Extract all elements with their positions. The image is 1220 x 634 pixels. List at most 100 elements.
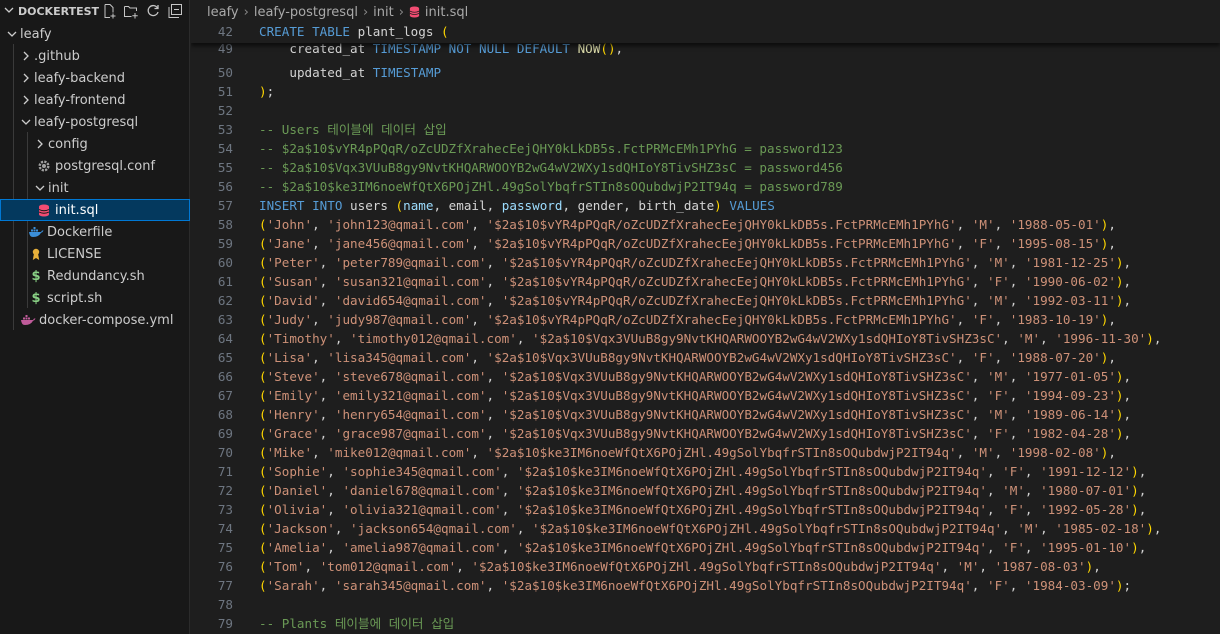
- explorer-sidebar: DOCKERTEST leafy .github leafy-backend l…: [0, 0, 190, 634]
- tree-item-label: init: [48, 180, 69, 196]
- tree-item-init-sql[interactable]: init.sql: [0, 199, 190, 221]
- tree-item-docker-compose[interactable]: docker-compose.yml: [0, 309, 190, 331]
- tree-item-leafy-frontend[interactable]: leafy-frontend: [0, 89, 190, 111]
- line-number: 71: [217, 464, 233, 479]
- code-line[interactable]: 63 ('Judy', 'judy987@qmail.com', '$2a$10$…: [191, 310, 1220, 329]
- breadcrumb-item[interactable]: init: [373, 5, 394, 20]
- tree-item-label: .github: [34, 48, 80, 64]
- chevron-right-icon: [18, 70, 34, 86]
- code-line[interactable]: 51);: [191, 82, 1220, 101]
- code-line[interactable]: 50 updated_at TIMESTAMP: [191, 63, 1220, 82]
- docker-icon: [20, 312, 36, 328]
- code-line-text: ('Peter', 'peter789@qmail.com', '$2a$10$…: [259, 255, 1132, 270]
- docker-icon: [28, 224, 44, 240]
- code-line-text: );: [259, 84, 275, 99]
- line-number: 50: [217, 65, 233, 80]
- tree-item-label: leafy-backend: [34, 70, 125, 86]
- code-line-text: ('John', 'john123@qmail.com', '$2a$10$vY…: [259, 217, 1116, 232]
- tree-item-redundancy-sh[interactable]: $ Redundancy.sh: [0, 265, 190, 287]
- code-line-text: ('Daniel', 'daniel678@qmail.com', '$2a$1…: [259, 483, 1147, 498]
- code-line-text: ('Emily', 'emily321@qmail.com', '$2a$10$…: [259, 388, 1132, 403]
- chevron-down-icon: [4, 7, 14, 13]
- line-number: 57: [217, 198, 233, 213]
- line-number: 64: [217, 331, 233, 346]
- code-line[interactable]: 55 -- $2a$10$Vqx3VUuB8gy9NvtKHQARWOOYB2wG…: [191, 158, 1220, 177]
- code-line[interactable]: 61 ('Susan', 'susan321@qmail.com', '$2a$1…: [191, 272, 1220, 291]
- code-line[interactable]: 60 ('Peter', 'peter789@qmail.com', '$2a$1…: [191, 253, 1220, 272]
- breadcrumb-item[interactable]: leafy-postgresql: [254, 5, 358, 20]
- line-number: 53: [217, 122, 233, 137]
- new-folder-icon[interactable]: [123, 3, 139, 19]
- tree-item-label: Redundancy.sh: [47, 268, 145, 284]
- line-number: 42: [217, 24, 233, 39]
- code-line[interactable]: 54 -- $2a$10$vYR4pPQqR/oZcUDZfXrahecEejQH…: [191, 139, 1220, 158]
- line-number: 60: [217, 255, 233, 270]
- code-line[interactable]: 78: [191, 595, 1220, 614]
- tree-item-dockerfile[interactable]: Dockerfile: [0, 221, 190, 243]
- database-icon: [409, 6, 420, 18]
- tree-item-init[interactable]: init: [0, 177, 190, 199]
- refresh-icon[interactable]: [145, 3, 161, 19]
- line-number: 61: [217, 274, 233, 289]
- code-line[interactable]: 70 ('Mike', 'mike012@qmail.com', '$2a$10$…: [191, 443, 1220, 462]
- code-line-text: ('Sophie', 'sophie345@qmail.com', '$2a$1…: [259, 464, 1147, 479]
- line-number: 63: [217, 312, 233, 327]
- tree-item-leafy-backend[interactable]: leafy-backend: [0, 67, 190, 89]
- code-line[interactable]: 76 ('Tom', 'tom012@qmail.com', '$2a$10$ke…: [191, 557, 1220, 576]
- code-line-text: -- $2a$10$ke3IM6noeWfQtX6POjZHl.49gSolYb…: [259, 179, 843, 194]
- code-line[interactable]: 62 ('David', 'david654@qmail.com', '$2a$1…: [191, 291, 1220, 310]
- code-line-text: ('Amelia', 'amelia987@qmail.com', '$2a$1…: [259, 540, 1147, 555]
- code-line[interactable]: 58 ('John', 'john123@qmail.com', '$2a$10$…: [191, 215, 1220, 234]
- tree-item-leafy[interactable]: leafy: [0, 23, 190, 45]
- line-number: 62: [217, 293, 233, 308]
- explorer-header[interactable]: DOCKERTEST: [0, 0, 189, 22]
- tree-item-label: leafy-frontend: [34, 92, 126, 108]
- line-number: 77: [217, 578, 233, 593]
- breadcrumb-item[interactable]: init.sql: [425, 5, 468, 20]
- collapse-all-icon[interactable]: [167, 3, 183, 19]
- line-number: 72: [217, 483, 233, 498]
- code-line[interactable]: 57 INSERT INTO users (name, email, passwo…: [191, 196, 1220, 215]
- code-line[interactable]: 66 ('Steve', 'steve678@qmail.com', '$2a$1…: [191, 367, 1220, 386]
- tree-item-script-sh[interactable]: $ script.sh: [0, 287, 190, 309]
- code-line[interactable]: 68 ('Henry', 'henry654@qmail.com', '$2a$1…: [191, 405, 1220, 424]
- code-line[interactable]: 56 -- $2a$10$ke3IM6noeWfQtX6POjZHl.49gSol…: [191, 177, 1220, 196]
- code-line-text: -- Plants 테이블에 데이터 삽입: [259, 616, 455, 631]
- line-number: 79: [217, 616, 233, 631]
- code-line[interactable]: 64 ('Timothy', 'timothy012@qmail.com', '$…: [191, 329, 1220, 348]
- code-line[interactable]: 53 -- Users 테이블에 데이터 삽입: [191, 120, 1220, 139]
- code-line[interactable]: 73 ('Olivia', 'olivia321@qmail.com', '$2a…: [191, 500, 1220, 519]
- code-line[interactable]: 77 ('Sarah', 'sarah345@qmail.com', '$2a$1…: [191, 576, 1220, 595]
- code-line[interactable]: 74 ('Jackson', 'jackson654@qmail.com', '$…: [191, 519, 1220, 538]
- code-line[interactable]: 69 ('Grace', 'grace987@qmail.com', '$2a$1…: [191, 424, 1220, 443]
- tree-item-label: postgresql.conf: [55, 158, 156, 174]
- code-line-text: ('Mike', 'mike012@qmail.com', '$2a$10$ke…: [259, 445, 1116, 460]
- code-line[interactable]: 79 -- Plants 테이블에 데이터 삽입: [191, 614, 1220, 633]
- code-line-text: ('Jane', 'jane456@qmail.com', '$2a$10$vY…: [259, 236, 1116, 251]
- code-line[interactable]: 75 ('Amelia', 'amelia987@qmail.com', '$2a…: [191, 538, 1220, 557]
- code-line[interactable]: 65 ('Lisa', 'lisa345@qmail.com', '$2a$10$…: [191, 348, 1220, 367]
- shell-icon: $: [31, 268, 41, 284]
- new-file-icon[interactable]: [101, 3, 117, 19]
- code-line[interactable]: 59 ('Jane', 'jane456@qmail.com', '$2a$10$…: [191, 234, 1220, 253]
- code-line-text: ('Jackson', 'jackson654@qmail.com', '$2a…: [259, 521, 1162, 536]
- code-line-text: ('David', 'david654@qmail.com', '$2a$10$…: [259, 293, 1132, 308]
- code-line[interactable]: 72 ('Daniel', 'daniel678@qmail.com', '$2a…: [191, 481, 1220, 500]
- tree-item-github[interactable]: .github: [0, 45, 190, 67]
- tree-item-leafy-postgresql[interactable]: leafy-postgresql: [0, 111, 190, 133]
- sticky-scroll-line[interactable]: 42 CREATE TABLE plant_logs (: [191, 24, 1220, 43]
- line-number: 51: [217, 84, 233, 99]
- code-editor[interactable]: 42 CREATE TABLE plant_logs ( 49 created_…: [191, 24, 1220, 634]
- tree-item-license[interactable]: LICENSE: [0, 243, 190, 265]
- code-line[interactable]: 52: [191, 101, 1220, 120]
- line-number: 68: [217, 407, 233, 422]
- license-icon: [28, 246, 44, 262]
- code-line[interactable]: 71 ('Sophie', 'sophie345@qmail.com', '$2a…: [191, 462, 1220, 481]
- code-line[interactable]: 67 ('Emily', 'emily321@qmail.com', '$2a$1…: [191, 386, 1220, 405]
- tree-item-config[interactable]: config: [0, 133, 190, 155]
- chevron-right-icon: [18, 48, 34, 64]
- breadcrumb-item[interactable]: leafy: [207, 5, 239, 20]
- chevron-down-icon: [4, 26, 20, 42]
- tree-item-postgresql-conf[interactable]: postgresql.conf: [0, 155, 190, 177]
- code-line-text: ('Steve', 'steve678@qmail.com', '$2a$10$…: [259, 369, 1132, 384]
